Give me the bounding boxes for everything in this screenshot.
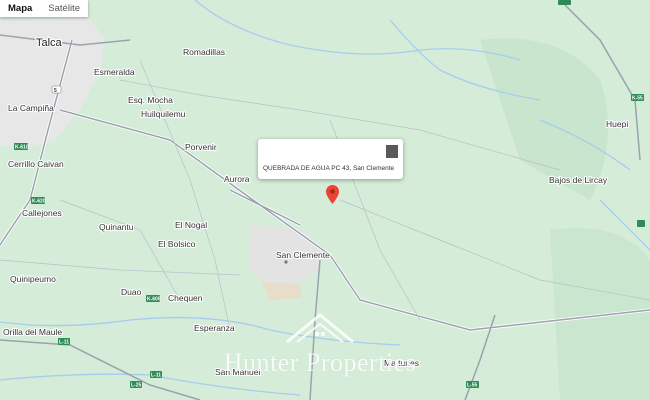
svg-text:K-610: K-610 [15,145,29,151]
place-label-aurora: Aurora [224,174,250,184]
popup-address: QUEBRADA DE AGUA PC 43, San Clemente [263,165,395,172]
map-type-map-button[interactable]: Mapa [0,0,40,17]
place-label-talca: Talca [36,37,63,49]
place-label-duao: Duao [121,287,142,297]
place-label-san-clemente: San Clemente [276,250,330,260]
place-label-huilquilemu: Huilquilemu [141,109,186,119]
svg-text:L-11: L-11 [59,340,69,346]
info-popup: QUEBRADA DE AGUA PC 43, San Clemente [258,139,403,179]
place-label-huepi: Huepi [606,119,628,129]
place-label-cerrillo-caivan: Cerrillo Caivan [8,159,64,169]
svg-text:L-11: L-11 [151,373,161,379]
place-label-la-campina: La Campiña [8,103,54,113]
place-label-esq-mocha: Esq. Mocha [128,95,173,105]
svg-text:L-25: L-25 [131,383,142,389]
place-label-callejones: Callejones [22,208,62,218]
house-logo-icon [286,313,354,344]
watermark-text: Hunter Properties [223,348,417,377]
place-label-bajos-de-lircay: Bajos de Lircay [549,175,608,185]
place-label-orilla-del-maule: Orilla del Maule [3,327,62,337]
map-type-control: Mapa Satélite [0,0,88,17]
place-label-porvenir: Porvenir [185,142,217,152]
place-label-quinantu: Quinantu [99,222,134,232]
place-label-el-bolsico: El Bolsico [158,239,196,249]
svg-text:K-55: K-55 [632,96,643,102]
map-type-satellite-button[interactable]: Satélite [40,0,88,17]
settlement-dots [284,260,288,264]
place-label-quinipeumo: Quinipeumo [10,274,56,284]
location-pin-icon[interactable] [326,185,339,204]
place-label-chequen: Chequen [168,293,203,303]
place-label-esmeralda: Esmeralda [94,67,135,77]
svg-text:K-605: K-605 [147,297,161,303]
place-label-el-nogal: El Nogal [175,220,207,230]
close-icon[interactable] [386,145,398,158]
svg-text:K-620: K-620 [32,199,46,205]
svg-text:5: 5 [54,88,57,94]
watermark: Hunter Properties [205,312,435,392]
svg-text:L-55: L-55 [467,383,478,389]
place-label-romadillas: Romadillas [183,47,225,57]
